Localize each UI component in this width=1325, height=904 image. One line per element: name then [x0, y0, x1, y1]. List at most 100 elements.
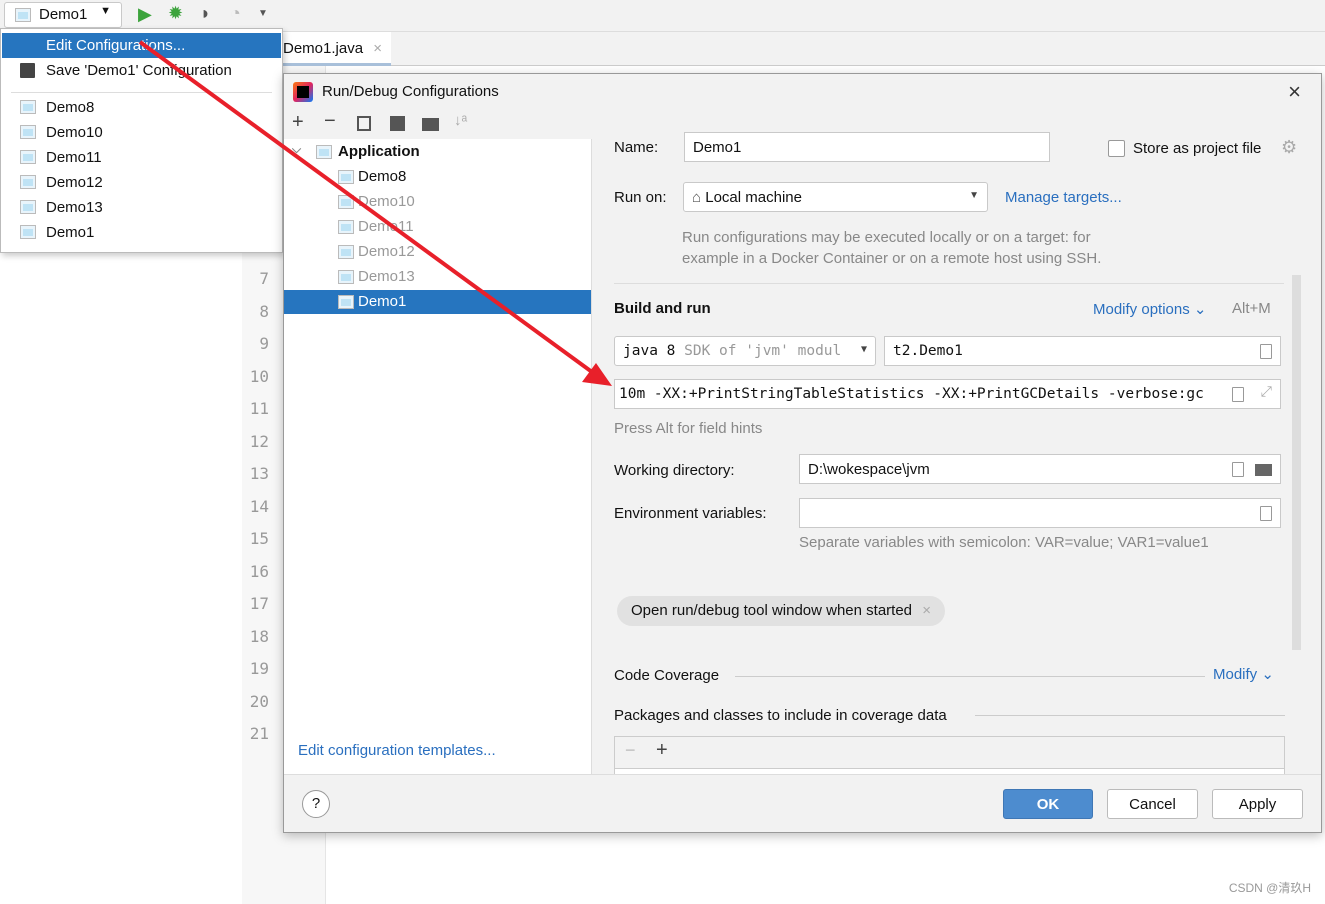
modify-options-link[interactable]: Modify options ⌄	[1093, 300, 1206, 318]
add-icon[interactable]: +	[656, 739, 668, 762]
divider	[975, 715, 1285, 716]
tab-label: Demo1.java	[283, 40, 364, 57]
store-project-file-checkbox[interactable]	[1108, 140, 1125, 157]
line-number: 16	[249, 561, 269, 581]
home-icon: ⌂	[692, 189, 702, 206]
move-to-folder-icon[interactable]	[422, 118, 439, 131]
line-number: 11	[249, 399, 269, 418]
line-number: 8	[259, 301, 269, 321]
line-number: 7	[259, 269, 269, 288]
chevron-down-icon: ▼	[969, 190, 979, 201]
packages-list: − +	[614, 736, 1285, 774]
packages-label: Packages and classes to include in cover…	[614, 707, 947, 724]
env-vars-input[interactable]	[799, 498, 1281, 528]
run-on-dropdown[interactable]: ⌂ Local machine ▼	[683, 182, 988, 212]
footer-divider	[284, 774, 1321, 775]
application-config-icon	[20, 175, 36, 189]
expand-icon[interactable]: ⤢	[1260, 384, 1272, 400]
close-icon[interactable]: ×	[1288, 79, 1301, 105]
gear-icon[interactable]: ⚙	[1281, 137, 1297, 158]
chevron-down-icon: ▼	[100, 5, 111, 17]
tree-group-application[interactable]: ⌵ Application	[284, 140, 591, 164]
add-icon[interactable]: +	[292, 111, 304, 134]
more-chevron-icon[interactable]: ▼	[258, 8, 268, 19]
help-icon[interactable]: ?	[302, 790, 330, 818]
line-number: 13	[249, 464, 269, 483]
application-config-icon	[20, 125, 36, 139]
line-number: 14	[249, 496, 269, 516]
scrollbar[interactable]	[1292, 275, 1301, 650]
jdk-dropdown[interactable]: java 8 SDK of 'jvm' modul ▼	[614, 336, 876, 366]
application-config-icon	[338, 220, 354, 234]
editor-tab-bar: Demo1.java ×	[283, 32, 1325, 66]
folder-icon[interactable]	[1255, 464, 1272, 476]
save-icon[interactable]	[390, 116, 405, 131]
chevron-down-icon[interactable]: ⌵	[292, 142, 301, 157]
working-dir-label: Working directory:	[614, 462, 735, 479]
menu-item-config[interactable]: Demo10	[2, 120, 281, 145]
tree-item-config[interactable]: Demo10	[284, 190, 591, 214]
menu-item-config[interactable]: Demo11	[2, 145, 281, 170]
run-icon[interactable]: ▶	[138, 4, 152, 25]
working-dir-input[interactable]: D:\wokespace\jvm	[799, 454, 1281, 484]
coverage-icon[interactable]: ◗	[200, 3, 211, 24]
line-number: 9	[259, 334, 269, 353]
config-tree: ⌵ Application Demo8 Demo10 Demo11 Demo12 Dem…	[284, 139, 592, 774]
main-class-input[interactable]: t2.Demo1	[884, 336, 1281, 366]
run-config-selector[interactable]: Demo1 ▼	[4, 2, 122, 28]
tree-item-config[interactable]: Demo11	[284, 215, 591, 239]
sort-icon[interactable]: ↓ᵃ	[454, 112, 467, 129]
config-form: Name: Demo1 Store as project file ⚙ Run …	[592, 110, 1321, 774]
copy-icon[interactable]	[357, 116, 371, 131]
menu-item-save-configuration[interactable]: Save 'Demo1' Configuration	[2, 58, 281, 83]
line-number: 12	[249, 431, 269, 451]
menu-item-config[interactable]: Demo13	[2, 195, 281, 220]
cancel-button[interactable]: Cancel	[1107, 789, 1198, 819]
tree-item-config[interactable]: Demo8	[284, 165, 591, 189]
profile-icon[interactable]: ◔	[230, 3, 241, 24]
tab-demo1-java[interactable]: Demo1.java ×	[283, 32, 391, 66]
application-config-icon	[338, 170, 354, 184]
application-config-icon	[338, 295, 354, 309]
env-vars-label: Environment variables:	[614, 505, 767, 522]
application-config-icon	[338, 195, 354, 209]
menu-divider	[11, 92, 272, 93]
tree-item-config[interactable]: Demo13	[284, 265, 591, 289]
manage-targets-link[interactable]: Manage targets...	[1005, 189, 1122, 206]
run-on-label: Run on:	[614, 189, 667, 206]
browse-icon[interactable]	[1260, 344, 1272, 359]
store-project-file-label[interactable]: Store as project file	[1133, 140, 1261, 157]
application-config-icon	[20, 200, 36, 214]
run-config-popup: Edit Configurations... Save 'Demo1' Conf…	[0, 28, 283, 253]
option-chip-open-tool-window[interactable]: Open run/debug tool window when started …	[617, 596, 945, 626]
vm-options-input[interactable]: 10m -XX:+PrintStringTableStatistics -XX:…	[614, 379, 1281, 409]
ok-button[interactable]: OK	[1003, 789, 1093, 819]
menu-item-edit-configurations[interactable]: Edit Configurations...	[2, 33, 281, 58]
watermark: CSDN @清玖H	[1228, 881, 1311, 895]
edit-icon[interactable]	[1232, 387, 1244, 402]
application-config-icon	[338, 245, 354, 259]
menu-item-config[interactable]: Demo12	[2, 170, 281, 195]
modify-coverage-link[interactable]: Modify ⌄	[1213, 665, 1274, 683]
application-config-icon	[20, 100, 36, 114]
macros-icon[interactable]	[1232, 462, 1244, 477]
tree-item-config[interactable]: Demo12	[284, 240, 591, 264]
remove-icon[interactable]: −	[625, 740, 636, 761]
apply-button[interactable]: Apply	[1212, 789, 1303, 819]
close-icon[interactable]: ×	[373, 40, 382, 57]
menu-item-config[interactable]: Demo8	[2, 95, 281, 120]
field-hints-text: Press Alt for field hints	[614, 420, 763, 437]
name-input[interactable]: Demo1	[684, 132, 1050, 162]
remove-icon[interactable]: −	[324, 110, 336, 133]
debug-icon[interactable]: ✹	[168, 3, 183, 24]
tree-item-config[interactable]: Demo1	[284, 290, 591, 314]
edit-templates-link[interactable]: Edit configuration templates...	[298, 742, 496, 759]
remove-option-icon[interactable]: ×	[922, 602, 931, 619]
edit-env-icon[interactable]	[1260, 506, 1272, 521]
line-number: 17	[249, 594, 269, 613]
run-on-hint: Run configurations may be executed local…	[682, 229, 1091, 246]
menu-item-config[interactable]: Demo1	[2, 220, 281, 245]
application-config-icon	[20, 225, 36, 239]
line-number: 10	[249, 366, 269, 386]
line-number: 20	[249, 691, 269, 711]
